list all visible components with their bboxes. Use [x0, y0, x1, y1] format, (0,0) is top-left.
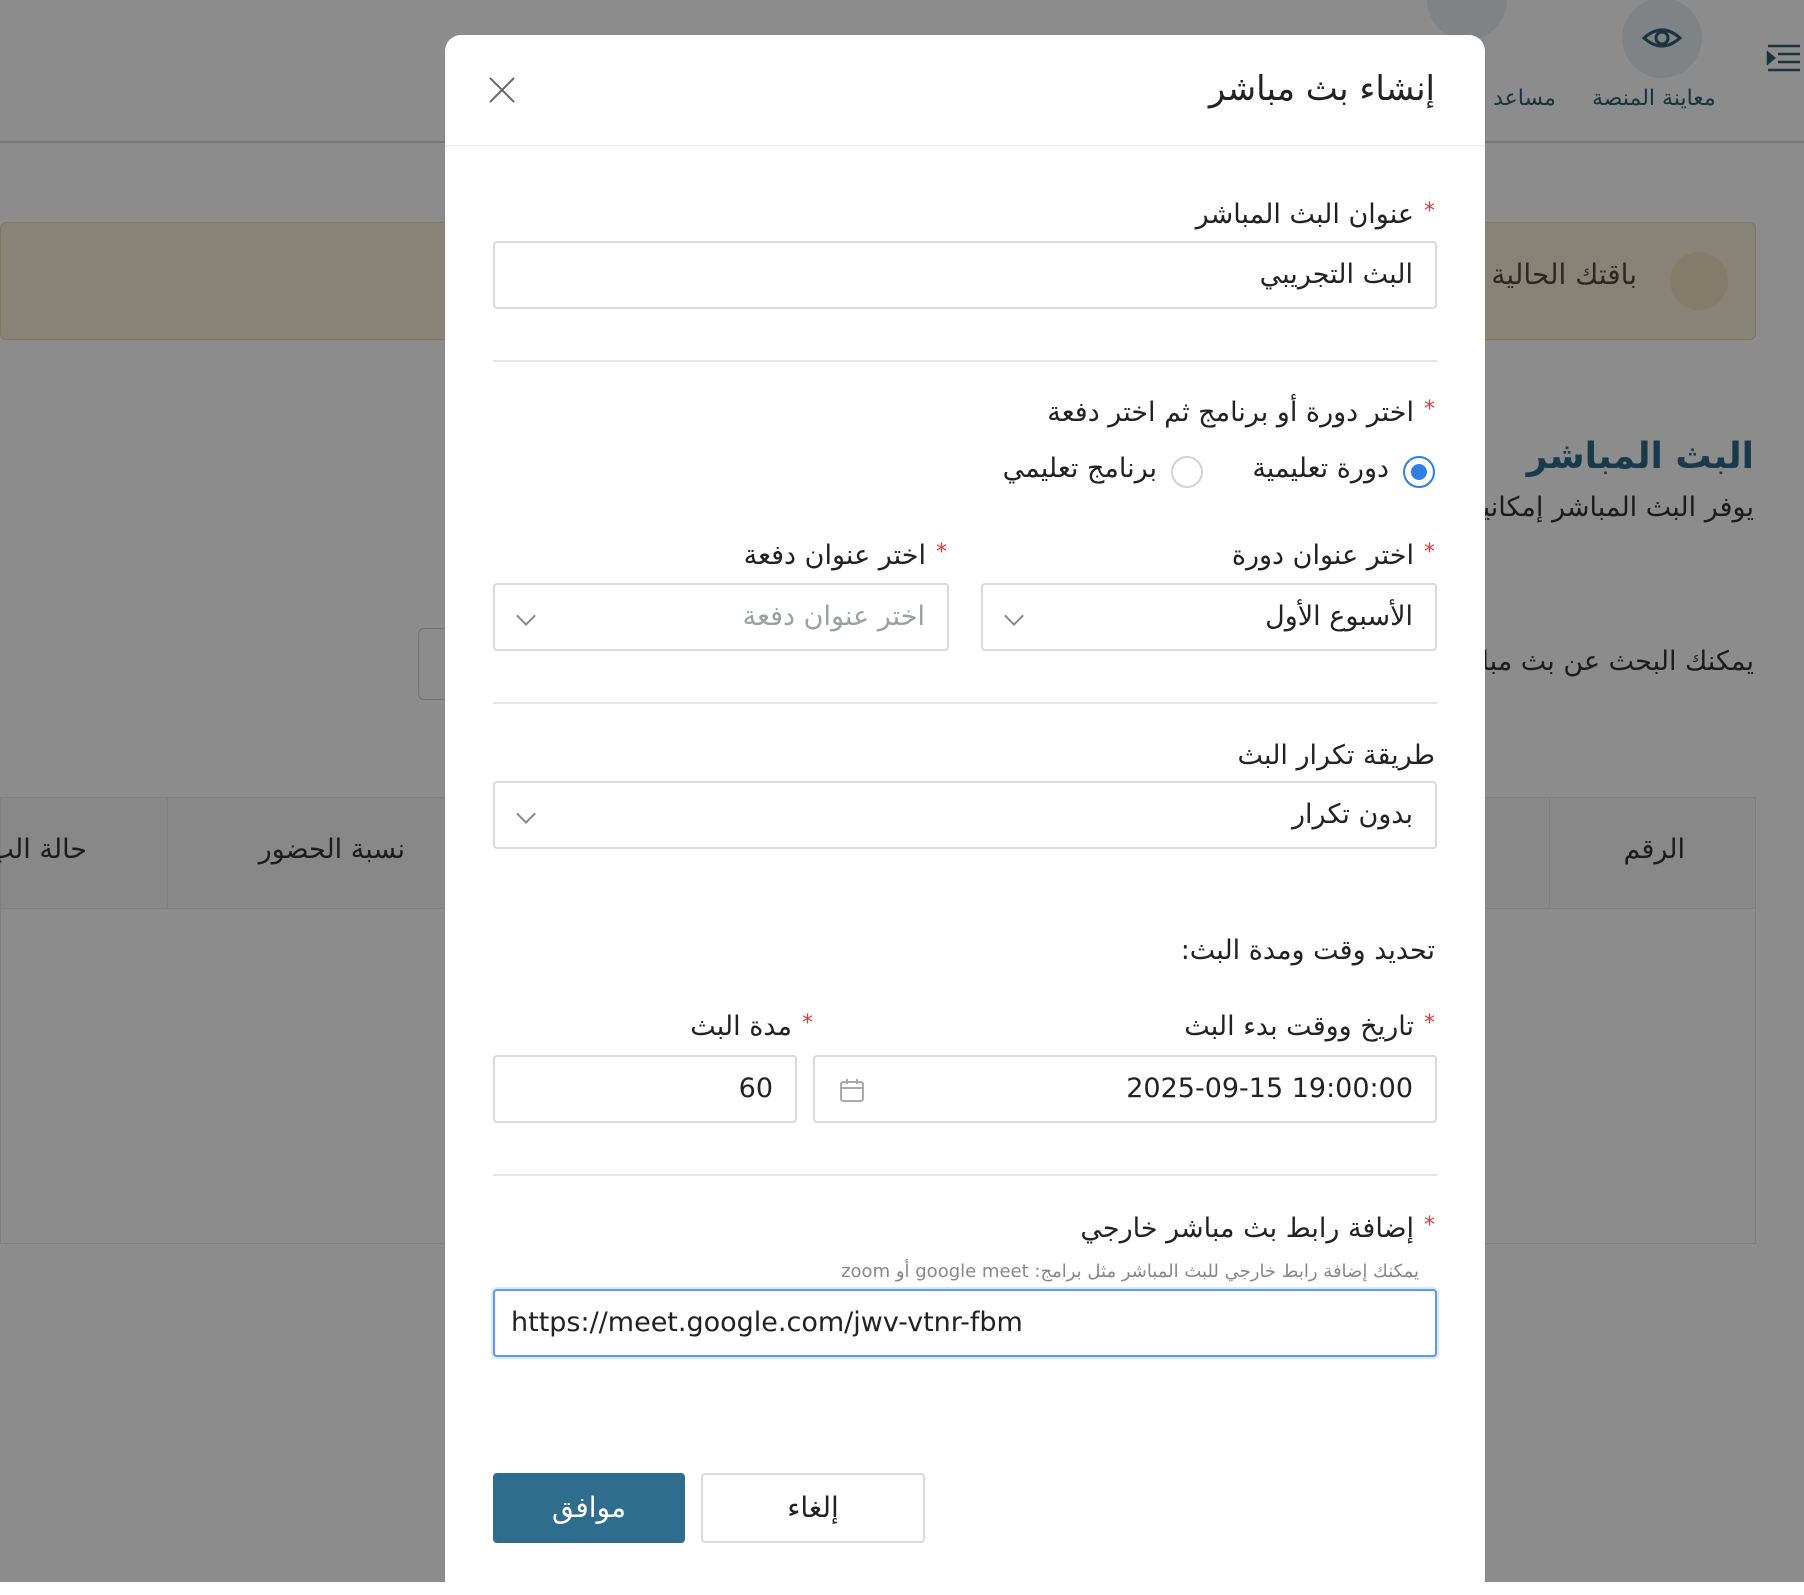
- course-label-text: اختر عنوان دورة: [1231, 540, 1414, 571]
- type-select-label-text: اختر دورة أو برنامج ثم اختر دفعة: [1047, 397, 1414, 428]
- batch-label: * اختر عنوان دفعة: [744, 540, 947, 571]
- divider: [493, 702, 1437, 704]
- start-datetime-value: 2025-09-15 19:00:00: [1126, 1073, 1413, 1104]
- radio-program[interactable]: [1171, 456, 1203, 488]
- course-label: * اختر عنوان دورة: [1232, 540, 1435, 571]
- type-select-label: * اختر دورة أو برنامج ثم اختر دفعة: [1047, 397, 1435, 428]
- ok-button[interactable]: موافق: [493, 1473, 685, 1543]
- required-marker: *: [1424, 199, 1435, 224]
- required-marker: *: [1424, 540, 1435, 565]
- required-marker: *: [1424, 1213, 1435, 1238]
- create-live-stream-dialog: إنشاء بث مباشر * عنوان البث المباشر البث …: [445, 35, 1485, 1595]
- external-link-value: https://meet.google.com/jwv-vtnr-fbm: [511, 1307, 1023, 1338]
- radio-program-label[interactable]: برنامج تعليمي: [1003, 453, 1157, 484]
- repeat-label: طريقة تكرار البث: [1237, 740, 1435, 771]
- external-link-input[interactable]: https://meet.google.com/jwv-vtnr-fbm: [493, 1289, 1437, 1357]
- stream-title-value: البث التجريبي: [1259, 259, 1413, 290]
- required-marker: *: [1424, 397, 1435, 422]
- course-value: الأسبوع الأول: [1265, 601, 1413, 632]
- chevron-down-icon: [516, 804, 536, 824]
- calendar-icon[interactable]: [839, 1077, 865, 1103]
- schedule-heading: تحديد وقت ومدة البث:: [1180, 935, 1435, 966]
- repeat-value: بدون تكرار: [1292, 799, 1413, 830]
- duration-label-text: مدة البث: [690, 1011, 792, 1042]
- required-marker: *: [802, 1011, 813, 1036]
- dialog-header: إنشاء بث مباشر: [445, 35, 1485, 146]
- radio-course[interactable]: [1403, 456, 1435, 488]
- chevron-down-icon: [1004, 606, 1024, 626]
- divider: [493, 360, 1437, 362]
- dialog-title: إنشاء بث مباشر: [1208, 69, 1435, 109]
- cancel-button[interactable]: إلغاء: [701, 1473, 925, 1543]
- start-label-text: تاريخ ووقت بدء البث: [1184, 1011, 1414, 1042]
- course-select[interactable]: الأسبوع الأول: [981, 583, 1437, 651]
- batch-label-text: اختر عنوان دفعة: [743, 540, 926, 571]
- required-marker: *: [936, 540, 947, 565]
- batch-placeholder: اختر عنوان دفعة: [742, 601, 925, 632]
- duration-label: * مدة البث: [690, 1011, 813, 1042]
- duration-input[interactable]: 60: [493, 1055, 797, 1123]
- repeat-select[interactable]: بدون تكرار: [493, 781, 1437, 849]
- start-datetime-input[interactable]: 2025-09-15 19:00:00: [813, 1055, 1437, 1123]
- start-label: * تاريخ ووقت بدء البث: [1184, 1011, 1435, 1042]
- external-link-label-text: إضافة رابط بث مباشر خارجي: [1080, 1213, 1414, 1244]
- required-marker: *: [1424, 1011, 1435, 1036]
- radio-course-label[interactable]: دورة تعليمية: [1252, 453, 1389, 484]
- batch-select[interactable]: اختر عنوان دفعة: [493, 583, 949, 651]
- chevron-down-icon: [516, 606, 536, 626]
- external-link-label: * إضافة رابط بث مباشر خارجي: [1080, 1213, 1435, 1244]
- stream-title-label-text: عنوان البث المباشر: [1195, 199, 1414, 230]
- close-icon[interactable]: [479, 67, 525, 113]
- divider: [493, 1174, 1437, 1176]
- duration-value: 60: [738, 1073, 773, 1104]
- external-link-hint: يمكنك إضافة رابط خارجي للبث المباشر مثل …: [841, 1261, 1419, 1282]
- stream-title-label: * عنوان البث المباشر: [1196, 199, 1435, 230]
- stream-title-input[interactable]: البث التجريبي: [493, 241, 1437, 309]
